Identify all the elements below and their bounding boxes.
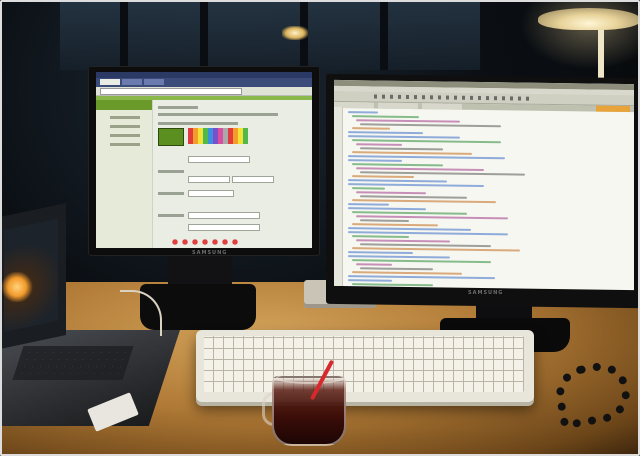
left-monitor-screen [96,72,312,248]
browser-tab [122,79,142,85]
code-line [352,283,433,287]
code-line [348,207,426,211]
code-line [352,271,462,275]
window-frame [200,0,208,70]
lamp-icon [538,8,640,30]
code-line [356,119,460,123]
code-line [348,179,447,183]
code-editor [334,107,634,290]
code-line [348,111,378,114]
keyboard-icon [196,330,534,402]
sidebar-item [110,116,140,119]
code-line [352,235,409,238]
code-line [352,115,419,119]
code-line [356,143,402,146]
code-line [356,167,484,172]
code-line [352,163,443,167]
form-input [188,156,250,163]
text-line [158,122,238,125]
code-line [348,227,471,231]
code-line [352,223,438,227]
text-line [158,113,278,116]
code-line [360,219,409,222]
keyboard-keys [204,336,524,392]
code-line [352,211,467,215]
sidebar-header [96,100,152,110]
mug-rim [276,372,344,384]
address-bar [96,87,312,96]
code-line [352,151,472,155]
sidebar-item [110,143,140,146]
window-frame [380,0,388,70]
monitor-icon [88,66,320,256]
code-line [352,187,385,190]
form-input [188,224,260,231]
browser-tab [100,79,120,85]
code-line [356,191,426,195]
code-line [352,127,390,130]
code-line [360,243,491,248]
sidebar-item [110,134,140,137]
right-monitor-screen [334,79,634,291]
form-input [232,176,274,183]
site-sidebar [96,100,153,248]
form-input [188,190,234,197]
code-line [348,255,450,259]
code-line [356,263,392,266]
code-line [360,195,467,199]
right-monitor-brand: SAMSUNG [468,290,504,296]
laptop-glow [0,272,34,302]
code-line [348,279,392,282]
code-line [348,135,460,139]
laptop-keyboard [12,346,134,380]
browser-tabs [96,78,312,87]
monitor-control-icons [170,238,240,246]
form-label [158,192,184,195]
left-monitor-brand: SAMSUNG [192,250,228,256]
text-line [158,106,198,109]
url-field [100,87,242,95]
form-input [188,212,260,219]
mug-icon [272,376,346,446]
code-line [348,131,423,135]
color-preview [158,128,184,146]
form-label [158,214,184,217]
monitor-icon [326,73,640,309]
code-line [348,251,413,255]
color-palette [188,128,248,144]
desk-scene: SAMSUNG SAMSUNG [0,0,640,456]
site-main [158,102,308,244]
code-line [348,159,402,162]
code-line [348,203,389,206]
form-label [158,170,184,173]
code-line [352,175,414,179]
code-line [360,147,443,151]
form-input [188,176,230,183]
code-line [360,267,433,271]
code-line [356,239,450,243]
ceiling-light [282,26,308,40]
window-frame [120,0,128,70]
sidebar-item [110,125,140,128]
browser-tab [144,79,164,85]
